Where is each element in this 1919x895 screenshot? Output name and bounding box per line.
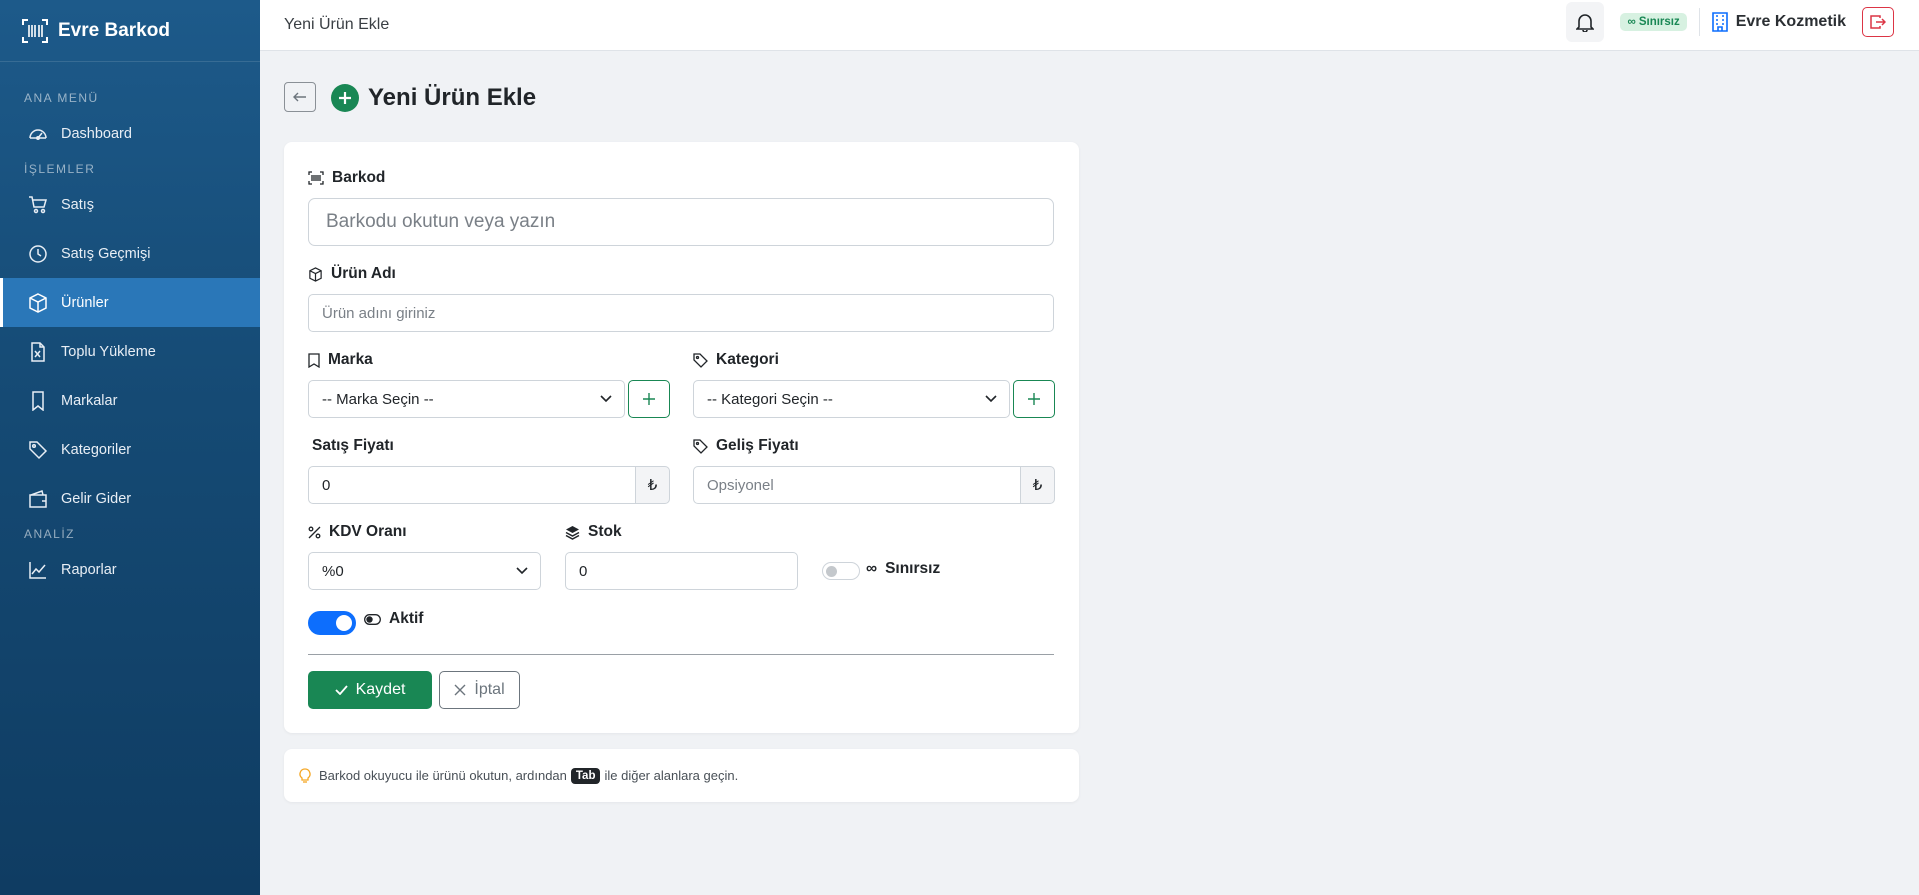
barcode-label: Barkod: [308, 169, 385, 187]
arrow-left-icon: [293, 92, 306, 102]
cost-price-label: Geliş Fiyatı: [693, 437, 799, 455]
plus-icon: [1028, 393, 1040, 405]
sidebar-item-reports[interactable]: Raporlar: [0, 545, 260, 594]
category-label: Kategori: [693, 351, 779, 369]
brand-name: Evre Barkod: [58, 19, 170, 41]
sidebar-item-brands[interactable]: Markalar: [0, 376, 260, 425]
topbar: Yeni Ürün Ekle ∞ Sınırsız Evre Kozmetik: [260, 0, 1919, 51]
layers-icon: [565, 525, 580, 540]
sidebar-item-sales[interactable]: Satış: [0, 180, 260, 229]
tag-icon: [693, 438, 708, 454]
add-category-button[interactable]: [1013, 380, 1055, 418]
sidebar-item-label: Satış Geçmişi: [61, 245, 151, 262]
sidebar-item-bulk-upload[interactable]: Toplu Yükleme: [0, 327, 260, 376]
company-selector[interactable]: Evre Kozmetik: [1711, 12, 1846, 32]
cost-price-input[interactable]: Opsiyonel: [693, 466, 1021, 504]
building-icon: [1711, 12, 1728, 32]
form-divider: [308, 654, 1054, 655]
unlimited-stock-label: ∞ Sınırsız: [866, 560, 941, 577]
chevron-down-icon: [600, 395, 612, 403]
chevron-down-icon: [516, 567, 528, 575]
page-title: Yeni Ürün Ekle: [368, 84, 537, 111]
license-badge: ∞ Sınırsız: [1620, 13, 1687, 31]
sidebar: Evre Barkod ANA MENÜ Dashboard İŞLEMLER …: [0, 0, 260, 895]
sidebar-item-label: Dashboard: [61, 125, 132, 142]
back-button[interactable]: [284, 82, 316, 112]
clock-icon: [29, 244, 47, 263]
sidebar-item-label: Toplu Yükleme: [61, 343, 156, 360]
add-brand-button[interactable]: [628, 380, 670, 418]
sidebar-item-label: Satış: [61, 196, 95, 213]
toggle-knob: [826, 566, 837, 577]
sidebar-item-dashboard[interactable]: Dashboard: [0, 109, 260, 158]
tags-icon: [29, 440, 48, 459]
bell-icon: [1576, 14, 1595, 32]
sidebar-item-label: Raporlar: [61, 561, 117, 578]
stock-input[interactable]: 0: [565, 552, 798, 590]
barcode-icon: [22, 18, 48, 43]
sidebar-item-label: Ürünler: [61, 294, 109, 311]
topbar-actions: ∞ Sınırsız Evre Kozmetik: [1566, 0, 1894, 44]
save-button[interactable]: Kaydet: [308, 671, 432, 709]
active-label: Aktif: [364, 610, 423, 628]
tag-icon: [693, 352, 708, 368]
brand-select[interactable]: -- Marka Seçin --: [308, 380, 625, 418]
plus-icon: [643, 393, 655, 405]
sale-price-currency: ₺: [635, 466, 670, 504]
product-name-label: Ürün Adı: [308, 265, 396, 283]
logout-icon: [1870, 15, 1886, 29]
vat-label: KDV Oranı: [308, 523, 407, 541]
sidebar-item-label: Markalar: [61, 392, 118, 409]
sidebar-item-products[interactable]: Ürünler: [0, 278, 260, 327]
box-icon: [29, 292, 47, 313]
cart-icon: [29, 195, 47, 213]
sidebar-item-label: Gelir Gider: [61, 490, 132, 507]
close-icon: [454, 684, 466, 696]
tab-key-badge: Tab: [570, 767, 601, 784]
barcode-icon: [308, 171, 324, 185]
line-chart-icon: [29, 561, 46, 579]
bookmark-icon: [32, 390, 44, 411]
barcode-input[interactable]: Barkodu okutun veya yazın: [308, 198, 1054, 246]
cancel-button[interactable]: İptal: [439, 671, 520, 709]
brand-label: Marka: [308, 351, 373, 369]
section-title-operations: İŞLEMLER: [24, 162, 96, 176]
wallet-icon: [29, 489, 47, 508]
section-title-main: ANA MENÜ: [24, 91, 99, 105]
section-title-analysis: ANALİZ: [24, 527, 76, 541]
cost-price-currency: ₺: [1020, 466, 1055, 504]
toggle-on-icon: [364, 613, 381, 625]
vat-select[interactable]: %0: [308, 552, 541, 590]
unlimited-stock-toggle[interactable]: [822, 562, 860, 580]
stock-label: Stok: [565, 523, 622, 541]
page-header: Yeni Ürün Ekle: [331, 84, 536, 112]
info-hint: Barkod okuyucu ile ürünü okutun, ardında…: [284, 749, 1079, 802]
excel-file-icon: [31, 341, 45, 362]
speedometer-icon: [29, 128, 47, 140]
product-name-input[interactable]: Ürün adını giriniz: [308, 294, 1054, 332]
sale-price-input[interactable]: 0: [308, 466, 636, 504]
percent-icon: [308, 526, 321, 538]
logout-button[interactable]: [1862, 7, 1894, 37]
lightbulb-icon: [299, 767, 311, 783]
sale-price-label: Satış Fiyatı: [312, 437, 394, 454]
product-form-card: Barkod Barkodu okutun veya yazın Ürün Ad…: [284, 142, 1079, 733]
active-toggle[interactable]: [308, 611, 356, 635]
sidebar-item-label: Kategoriler: [61, 441, 132, 458]
bookmark-icon: [308, 352, 320, 368]
sidebar-item-sales-history[interactable]: Satış Geçmişi: [0, 229, 260, 278]
company-name: Evre Kozmetik: [1735, 13, 1846, 30]
check-icon: [334, 685, 348, 695]
chevron-down-icon: [985, 395, 997, 403]
box-icon: [309, 266, 322, 282]
plus-circle-icon: [331, 84, 359, 112]
topbar-divider: [1698, 8, 1700, 36]
sidebar-item-categories[interactable]: Kategoriler: [0, 425, 260, 474]
toggle-knob: [336, 615, 352, 631]
topbar-title: Yeni Ürün Ekle: [284, 16, 390, 33]
sidebar-item-income-expense[interactable]: Gelir Gider: [0, 474, 260, 523]
category-select[interactable]: -- Kategori Seçin --: [693, 380, 1010, 418]
notifications-button[interactable]: [1566, 2, 1605, 42]
brand[interactable]: Evre Barkod: [0, 0, 260, 62]
